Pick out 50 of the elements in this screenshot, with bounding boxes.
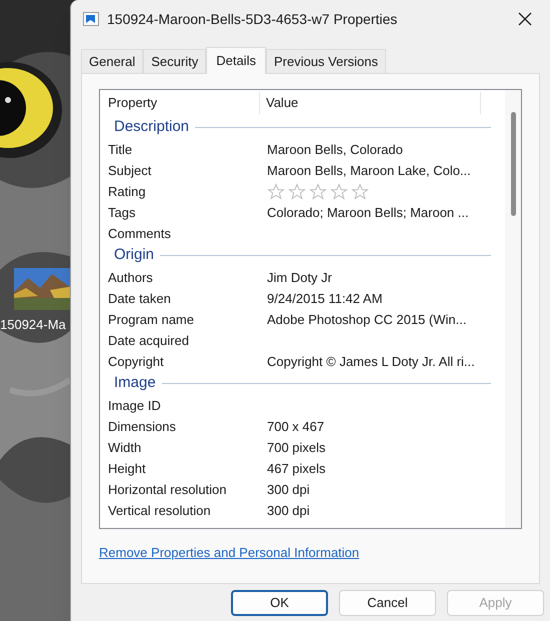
column-header[interactable]: Property xyxy=(108,92,260,114)
property-name: Horizontal resolution xyxy=(108,480,228,499)
property-name: Rating xyxy=(108,182,147,201)
property-value[interactable]: 300 dpi xyxy=(267,480,310,500)
property-value[interactable]: 9/24/2015 11:42 AM xyxy=(267,288,382,308)
file-icon xyxy=(83,12,99,26)
close-icon xyxy=(518,12,532,26)
star-icon[interactable] xyxy=(351,182,369,200)
property-value[interactable]: Adobe Photoshop CC 2015 (Win... xyxy=(267,310,466,330)
tab[interactable]: Details xyxy=(206,47,266,74)
dialog-button[interactable]: OK xyxy=(231,590,328,616)
property-value[interactable]: 300 dpi xyxy=(267,500,310,520)
star-icon[interactable] xyxy=(309,182,327,200)
star-icon[interactable] xyxy=(288,182,306,200)
property-name: Image ID xyxy=(108,396,162,415)
window-title: 150924-Maroon-Bells-5D3-4653-w7 Properties xyxy=(107,10,398,29)
property-name: Title xyxy=(108,140,134,159)
column-header[interactable]: Value xyxy=(260,92,481,114)
scrollbar-thumb[interactable] xyxy=(510,112,516,216)
property-value[interactable]: Jim Doty Jr xyxy=(267,268,332,288)
property-name: Program name xyxy=(108,310,195,329)
property-value[interactable]: 467 pixels xyxy=(267,458,326,478)
property-value[interactable]: 700 x 467 xyxy=(267,416,324,436)
property-name: Date taken xyxy=(108,290,172,308)
property-name: Dimensions xyxy=(108,418,177,436)
property-name: Subject xyxy=(108,162,152,180)
group-heading: Image xyxy=(114,373,156,394)
property-name: Height xyxy=(108,460,147,478)
property-name: Comments xyxy=(108,224,172,243)
property-name: Authors xyxy=(108,268,154,287)
group-heading: Origin xyxy=(114,245,154,266)
property-name: Tags xyxy=(108,204,136,222)
group-heading: Description xyxy=(114,117,190,138)
star-icon[interactable] xyxy=(267,182,285,200)
property-name: Date acquired xyxy=(108,332,190,350)
tab[interactable]: Previous Versions xyxy=(266,49,386,73)
dialog-button[interactable]: Cancel xyxy=(339,590,436,616)
property-value[interactable]: Maroon Bells, Maroon Lake, Colo... xyxy=(267,160,471,180)
property-value[interactable]: Copyright © James L Doty Jr. All ri... xyxy=(267,352,475,372)
scrollbar[interactable] xyxy=(505,90,521,528)
property-name: Copyright xyxy=(108,352,165,371)
tab[interactable]: General xyxy=(81,49,144,73)
property-value[interactable]: 700 pixels xyxy=(267,438,326,458)
remove-properties-link[interactable]: Remove Properties and Personal Information xyxy=(99,545,360,560)
property-name: Vertical resolution xyxy=(108,502,212,520)
property-value[interactable]: Maroon Bells, Colorado xyxy=(267,140,403,160)
tab[interactable]: Security xyxy=(143,49,206,73)
property-value[interactable]: Colorado; Maroon Bells; Maroon ... xyxy=(267,202,469,222)
property-name: Width xyxy=(108,438,142,457)
star-icon[interactable] xyxy=(330,182,348,200)
